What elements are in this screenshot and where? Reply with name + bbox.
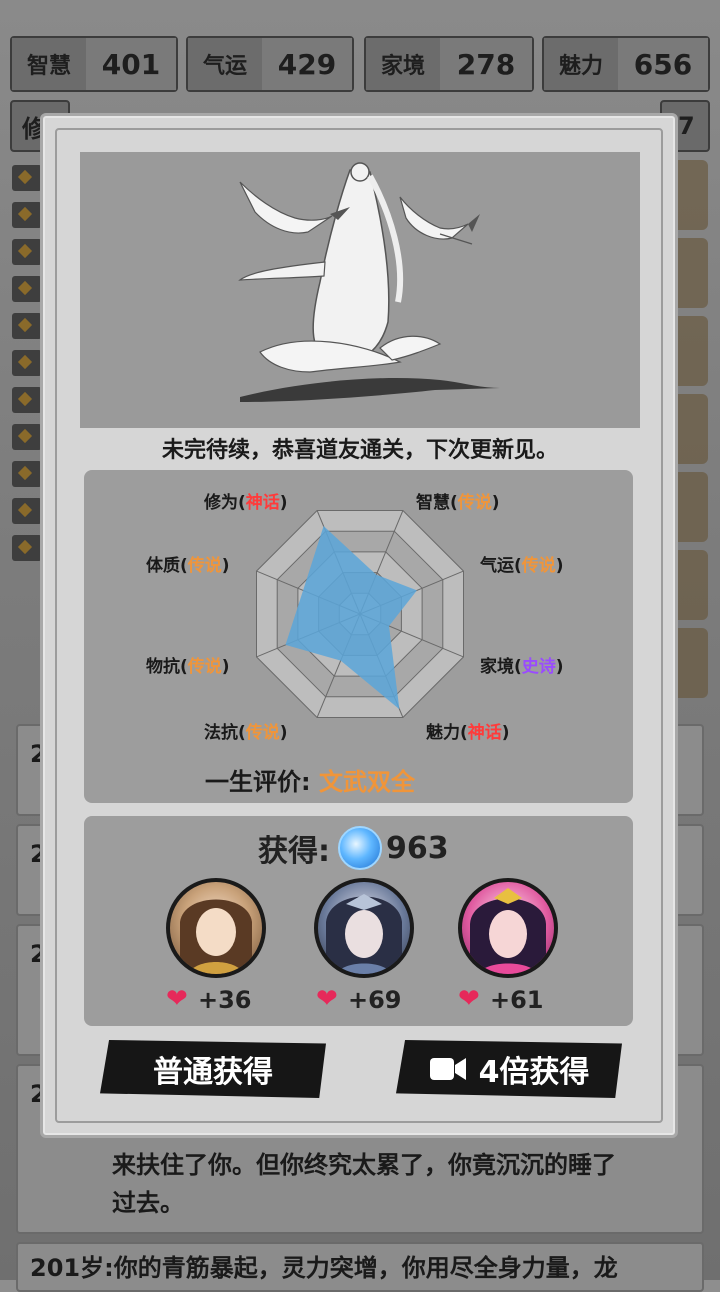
stat-value: 401	[86, 38, 176, 90]
event-marker	[12, 498, 42, 524]
log-text: 201岁:你的青筋暴起，灵力突增，你用尽全身力量，龙	[30, 1254, 618, 1282]
companion-avatar[interactable]	[314, 878, 414, 978]
immortal-crane-art	[238, 162, 500, 402]
ending-illustration	[80, 152, 640, 428]
radar-label-magic-resist: 法抗(传说)	[204, 723, 288, 743]
normal-claim-label: 普通获得	[153, 1055, 273, 1090]
event-marker	[12, 387, 42, 413]
affection-value: +36	[198, 986, 252, 1014]
gain-value: 963	[386, 830, 449, 866]
evaluation-value: 文武双全	[318, 768, 415, 796]
quad-claim-button[interactable]: 4倍获得	[396, 1040, 622, 1098]
stat-luck: 气运 429	[186, 36, 354, 92]
event-marker	[12, 461, 42, 487]
companion-avatar[interactable]	[458, 878, 558, 978]
log-story-line: 过去。	[112, 1189, 184, 1217]
video-camera-icon	[429, 1058, 466, 1080]
stat-value: 278	[440, 38, 532, 90]
heart-icon: ❤	[166, 984, 188, 1014]
event-marker	[12, 202, 42, 228]
spirit-orb-icon	[338, 826, 382, 870]
radar-label-phys-resist: 物抗(传说)	[146, 657, 230, 677]
radar-label-charm: 魅力(神话)	[426, 723, 510, 743]
event-marker	[12, 313, 42, 339]
radar-label-constitution: 体质(传说)	[146, 556, 230, 576]
attribute-radar-chart	[256, 510, 464, 718]
heart-icon: ❤	[316, 984, 338, 1014]
event-marker	[12, 535, 42, 561]
heart-icon: ❤	[458, 984, 480, 1014]
gain-label: 获得:	[258, 834, 330, 869]
normal-claim-button[interactable]: 普通获得	[100, 1040, 326, 1098]
stat-charm: 魅力 656	[542, 36, 710, 92]
radar-label-family: 家境(史诗)	[480, 657, 564, 677]
quad-claim-label: 4倍获得	[478, 1055, 590, 1090]
event-marker	[12, 350, 42, 376]
log-story-line: 来扶住了你。但你终究太累了，你竟沉沉的睡了	[112, 1151, 616, 1179]
evaluation-label: 一生评价:	[205, 768, 311, 796]
stat-wisdom: 智慧 401	[10, 36, 178, 92]
stat-family: 家境 278	[364, 36, 534, 92]
log-entry: 201岁:你的青筋暴起，灵力突增，你用尽全身力量，龙	[16, 1242, 704, 1292]
life-evaluation: 一生评价: 文武双全	[205, 762, 415, 797]
companion-portrait-icon	[180, 899, 252, 974]
stat-label: 智慧	[12, 38, 86, 90]
affection-value: +69	[348, 986, 402, 1014]
companion-portrait-icon	[326, 894, 402, 974]
event-marker	[12, 276, 42, 302]
ending-caption: 未完待续，恭喜道友通关，下次更新见。	[161, 438, 558, 463]
stat-label: 家境	[366, 38, 440, 90]
radar-label-wisdom: 智慧(传说)	[416, 493, 500, 513]
stat-label: 魅力	[544, 38, 618, 90]
event-marker	[12, 424, 42, 450]
radar-label-luck: 气运(传说)	[480, 556, 564, 576]
radar-label-cultivation: 修为(神话)	[204, 493, 288, 513]
stat-value: 656	[618, 38, 708, 90]
stat-value: 429	[262, 38, 352, 90]
affection-value: +61	[490, 986, 544, 1014]
stat-label: 气运	[188, 38, 262, 90]
companion-portrait-icon	[470, 888, 546, 974]
gain-row: 获得: 963	[258, 826, 449, 870]
stat-value: 7	[678, 112, 695, 140]
event-marker	[12, 165, 42, 191]
event-marker	[12, 239, 42, 265]
companion-avatar[interactable]	[166, 878, 266, 978]
